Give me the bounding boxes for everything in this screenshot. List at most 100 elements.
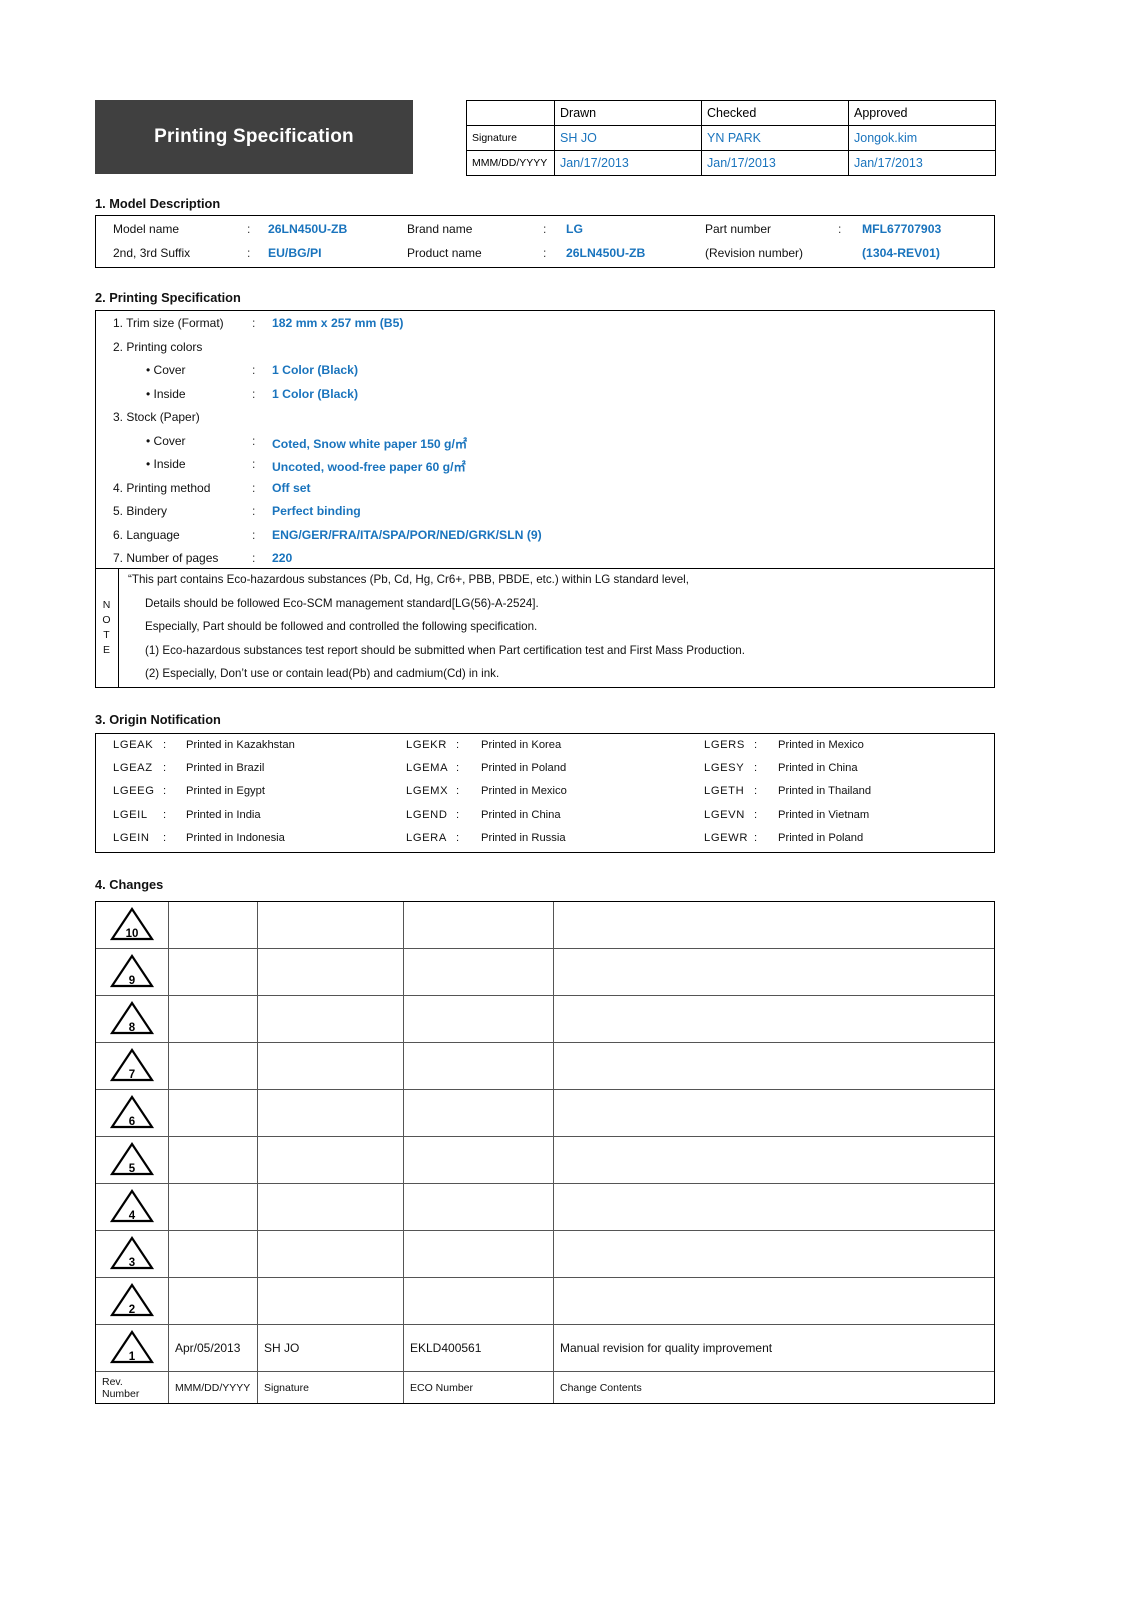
spec-item-label: • Inside <box>146 457 186 471</box>
changes-contents <box>553 1277 995 1325</box>
spec-item-value: 220 <box>272 551 293 565</box>
approval-value: YN PARK <box>701 125 849 151</box>
changes-signature <box>257 1277 404 1325</box>
warning-triangle-icon: 8 <box>109 1000 155 1036</box>
changes-footer-date: MMM/DD/YYYY <box>168 1371 258 1404</box>
changes-rev-marker: 9 <box>95 948 169 996</box>
changes-rev-marker: 5 <box>95 1136 169 1184</box>
origin-colon: : <box>163 808 167 821</box>
changes-date <box>168 1136 258 1184</box>
origin-text: Printed in China <box>778 762 858 775</box>
changes-date: Apr/05/2013 <box>168 1324 258 1372</box>
origin-text: Printed in Mexico <box>778 739 864 751</box>
spec-item-label: 4. Printing method <box>113 480 211 495</box>
origin-code: LGEWR <box>704 831 749 844</box>
model-field-value: 26LN450U-ZB <box>566 246 646 260</box>
approval-header-approved: Approved <box>848 100 996 126</box>
note-letter-e: E <box>102 644 110 657</box>
changes-contents: Manual revision for quality improvement <box>553 1324 995 1372</box>
origin-code: LGEKR <box>406 739 447 751</box>
approval-table: Drawn Checked Approved Signature SH JO YN PAR… <box>466 100 996 176</box>
changes-footer-rev: Rev. Number <box>95 1371 169 1404</box>
model-field-colon: : <box>543 222 547 236</box>
rev-number: 10 <box>125 927 139 940</box>
changes-date <box>168 901 258 949</box>
approval-value: SH JO <box>554 125 702 151</box>
changes-rev-marker: 8 <box>95 995 169 1043</box>
rev-number: 6 <box>128 1115 136 1128</box>
spec-item-label: 5. Bindery <box>113 504 168 518</box>
spec-item-label: • Cover <box>146 363 186 377</box>
origin-code: LGETH <box>704 785 745 798</box>
changes-contents <box>553 1136 995 1184</box>
spec-item-value: ENG/GER/FRA/ITA/SPA/POR/NED/GRK/SLN (9) <box>272 527 542 542</box>
warning-triangle-icon: 4 <box>109 1188 155 1224</box>
spec-item-value: Coted, Snow white paper 150 g/㎡ <box>272 436 468 451</box>
model-field-colon: : <box>247 222 251 236</box>
approval-value: Jongok.kim <box>848 125 996 151</box>
model-field-label: 2nd, 3rd Suffix <box>113 246 191 260</box>
changes-date <box>168 948 258 996</box>
origin-text: Printed in Brazil <box>186 762 265 775</box>
approval-value: Jan/17/2013 <box>701 150 849 176</box>
approval-corner-cell <box>466 100 555 126</box>
note-letter-t: T <box>103 629 110 641</box>
spec-item-colon: : <box>252 457 256 471</box>
model-field-value: (1304-REV01) <box>862 246 940 260</box>
spec-item-colon: : <box>252 433 256 448</box>
changes-signature: SH JO <box>257 1324 404 1372</box>
rev-number: 7 <box>128 1068 136 1081</box>
model-field-colon: : <box>838 222 842 236</box>
page-title: Printing Specification <box>154 126 354 147</box>
origin-code: LGEIL <box>113 808 148 821</box>
spec-item-label: • Inside <box>146 386 186 401</box>
changes-eco-number <box>403 1277 554 1325</box>
origin-text: Printed in Mexico <box>481 785 567 798</box>
note-line: (1) Eco-hazardous substances test report… <box>145 643 745 657</box>
origin-text: Printed in Korea <box>481 739 562 751</box>
spec-item-label: 7. Number of pages <box>113 551 219 565</box>
note-side-label: N O T E <box>95 568 119 688</box>
warning-triangle-icon: 1 <box>109 1329 155 1365</box>
changes-footer-eco: ECO Number <box>403 1371 554 1404</box>
model-field-value: 26LN450U-ZB <box>268 222 348 236</box>
changes-rev-marker: 7 <box>95 1042 169 1090</box>
section-3-title: 3. Origin Notification <box>95 712 221 727</box>
origin-code: LGESY <box>704 762 745 775</box>
model-field-label: Model name <box>113 222 180 236</box>
warning-triangle-icon: 9 <box>109 953 155 989</box>
warning-triangle-icon: 2 <box>109 1282 155 1318</box>
changes-date <box>168 1230 258 1278</box>
spec-item-colon: : <box>252 504 256 518</box>
spec-item-value: 182 mm x 257 mm (B5) <box>272 316 404 330</box>
origin-code: LGEVN <box>704 808 745 821</box>
changes-signature <box>257 995 404 1043</box>
rev-number: 2 <box>128 1303 136 1316</box>
origin-colon: : <box>163 762 167 775</box>
note-letter-n: N <box>102 598 111 611</box>
changes-eco-number <box>403 1089 554 1137</box>
model-field-value: EU/BG/PI <box>268 246 322 260</box>
origin-text: Printed in Indonesia <box>186 831 285 844</box>
model-field-label: Brand name <box>407 222 473 236</box>
origin-colon: : <box>456 831 460 844</box>
table-row: 3 <box>95 1230 995 1278</box>
spec-item-colon: : <box>252 527 256 542</box>
changes-footer-row: Rev. Number MMM/DD/YYYY Signature ECO Numbe… <box>95 1371 995 1404</box>
origin-code: LGERA <box>406 831 447 844</box>
spec-item-colon: : <box>252 480 256 495</box>
changes-rev-marker: 2 <box>95 1277 169 1325</box>
spec-item-value: Uncoted, wood-free paper 60 g/㎡ <box>272 460 466 474</box>
changes-contents <box>553 995 995 1043</box>
note-line: Especially, Part should be followed and … <box>145 620 538 633</box>
spec-item-label: • Cover <box>146 433 186 448</box>
rev-number: 8 <box>128 1021 136 1034</box>
spec-item-colon: : <box>252 363 256 377</box>
origin-code: LGEAK <box>113 739 154 751</box>
changes-contents <box>553 1089 995 1137</box>
rev-number: 1 <box>128 1350 136 1363</box>
warning-triangle-icon: 6 <box>109 1094 155 1130</box>
model-field-label: (Revision number) <box>705 246 804 260</box>
approval-value: Jan/17/2013 <box>554 150 702 176</box>
table-row: 4 <box>95 1183 995 1231</box>
